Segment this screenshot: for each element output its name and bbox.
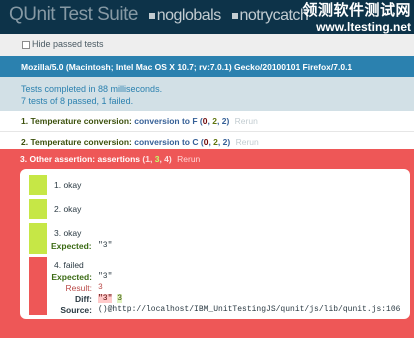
watermark-line1: 领测软件测试网	[302, 2, 411, 19]
assertion-item: 3. okay Expected: "3"	[29, 223, 399, 254]
passed-count: 3	[154, 154, 160, 164]
summary-duration: Tests completed in 88 milliseconds.	[21, 84, 163, 94]
test-number: 3.	[20, 154, 28, 164]
rerun-link[interactable]: Rerun	[236, 137, 259, 147]
hide-passed-label[interactable]: Hide passed tests	[32, 39, 104, 49]
failed-test-item: 3. Other assertion: assertions (1, 3, 4)…	[0, 149, 414, 338]
assertion-message: okay	[63, 204, 82, 214]
failed-test-header[interactable]: 3. Other assertion: assertions (1, 3, 4)…	[20, 154, 200, 164]
option-bullet-icon	[231, 12, 238, 19]
test-module: Temperature conversion:	[30, 116, 132, 126]
watermark-line2: www.ltesting.net	[316, 20, 411, 34]
test-name: Other assertion: assertions	[29, 154, 141, 164]
rerun-link[interactable]: Rerun	[177, 154, 200, 164]
diff-inserted: 3	[117, 294, 123, 303]
diff-deleted: "3"	[98, 294, 113, 303]
watermark: 领测软件测试网 www.ltesting.net	[295, 2, 411, 34]
diff-label: Diff:	[75, 294, 92, 304]
count-close: )	[168, 154, 172, 164]
expected-value: "3"	[98, 272, 113, 281]
result-value: 3	[98, 283, 103, 292]
result-label: Result:	[65, 283, 92, 293]
expected-label: Expected:	[51, 272, 92, 282]
page-title: QUnit Test Suite	[9, 4, 138, 25]
failed-count: 1	[145, 154, 150, 164]
qunit-toolbar: Hide passed tests	[0, 34, 414, 56]
test-number: 2.	[21, 137, 29, 147]
count-close: )	[227, 137, 231, 147]
expected-value: "3"	[98, 241, 113, 250]
option-noglobals-label: noglobals	[156, 7, 222, 24]
count-close: )	[226, 116, 230, 126]
user-agent-bar: Mozilla/5.0 (Macintosh; Intel Mac OS X 1…	[0, 56, 414, 77]
rerun-link[interactable]: Rerun	[235, 116, 258, 126]
header-title-row: QUnit Test Suite noglobals notrycatch	[9, 4, 309, 26]
assertion-message: okay	[63, 180, 82, 190]
test-module: Temperature conversion:	[30, 137, 132, 147]
test-counts: (1, 3, 4)	[142, 154, 172, 164]
diff-value: "3" 3	[98, 294, 123, 303]
assertion-item: 2. okay	[29, 199, 399, 219]
test-result-summary: Tests completed in 88 milliseconds. 7 te…	[0, 77, 414, 111]
option-noglobals[interactable]: noglobals	[148, 7, 222, 24]
assertion-item: 1. okay	[29, 175, 399, 195]
fail-marker	[29, 257, 47, 315]
pass-marker	[29, 175, 47, 195]
test-item-text: 1. Temperature conversion: conversion to…	[21, 116, 258, 126]
hide-passed-checkbox[interactable]	[22, 41, 30, 49]
assertion-message: failed	[63, 260, 84, 270]
test-name: conversion to F	[134, 116, 198, 126]
source-value: ()@http://localhost/IBM_UnitTestingJS/qu…	[98, 305, 401, 314]
test-item-text: 2. Temperature conversion: conversion to…	[21, 137, 259, 147]
option-bullet-icon	[148, 12, 155, 19]
assertion-list: 1. okay 2. okay 3. okay Expected: "3" 4.…	[20, 169, 410, 319]
pass-marker	[29, 223, 47, 254]
assertion-item-failed: 4. failed Expected: "3" Result: 3 Diff: …	[29, 257, 401, 315]
pass-marker	[29, 199, 47, 219]
source-label: Source:	[60, 305, 92, 315]
test-number: 1.	[21, 116, 29, 126]
expected-label: Expected:	[51, 241, 92, 251]
user-agent-text: Mozilla/5.0 (Macintosh; Intel Mac OS X 1…	[21, 62, 353, 72]
qunit-header: QUnit Test Suite noglobals notrycatch 领测…	[0, 0, 414, 34]
summary-counts: 7 tests of 8 passed, 1 failed.	[21, 96, 134, 106]
test-item-1[interactable]: 1. Temperature conversion: conversion to…	[0, 111, 414, 132]
assertion-message: okay	[63, 228, 82, 238]
test-name: conversion to C	[134, 137, 199, 147]
